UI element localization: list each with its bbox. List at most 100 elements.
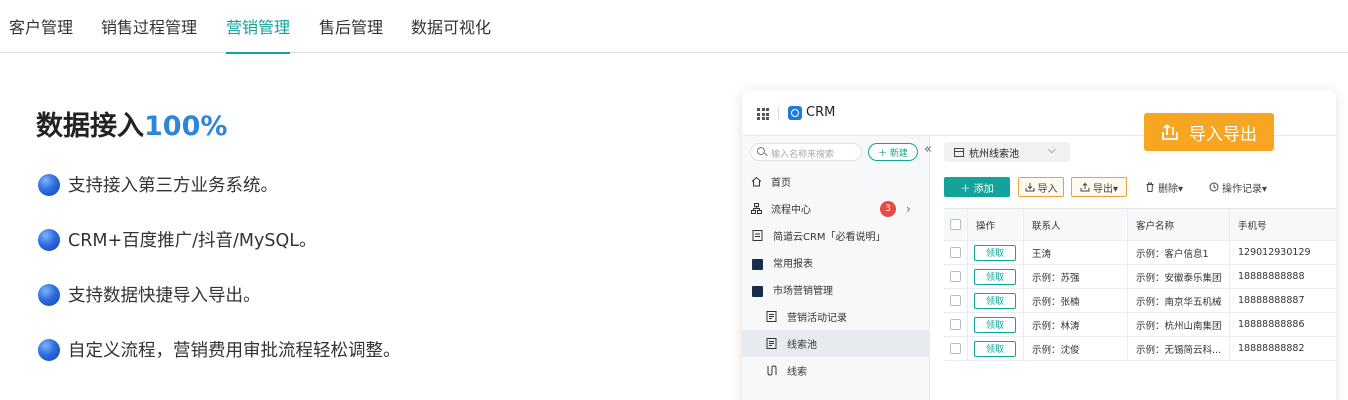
header-checkbox-cell: [944, 209, 968, 240]
header-divider: [778, 106, 779, 120]
table-row[interactable]: 领取 示例：张楠 示例：南京华五机械 18888888887: [944, 289, 1336, 313]
import-export-icon: [1162, 124, 1178, 140]
crm-main-panel: 杭州线索池 ⌵ ＋ 添加 导入 导出▾ 删除▾ 操作记录▾ 操作 联系人 客户名…: [930, 136, 1336, 400]
customer-cell: 示例：无锡简云科...: [1128, 337, 1230, 360]
claim-button[interactable]: 领取: [974, 340, 1016, 357]
tab-after-sales[interactable]: 售后管理: [319, 14, 383, 53]
claim-button[interactable]: 领取: [974, 268, 1016, 285]
column-header[interactable]: 客户名称: [1128, 209, 1230, 240]
claim-button[interactable]: 领取: [974, 316, 1016, 333]
feature-item: 支持接入第三方业务系统。: [38, 172, 278, 197]
phone-cell: 18888888887: [1238, 295, 1305, 306]
import-button[interactable]: 导入: [1018, 177, 1064, 197]
notification-count-badge: 3: [880, 200, 896, 217]
phone-cell: 18888888888: [1238, 271, 1305, 282]
sidebar-item-reports[interactable]: 常用报表: [742, 249, 930, 276]
sidebar-item-lead-pool[interactable]: 线索池: [742, 330, 930, 357]
sidebar-item-label: 简道云CRM「必看说明」: [773, 232, 886, 243]
search-placeholder: 输入名称来搜索: [771, 150, 835, 160]
chevron-right-icon[interactable]: ›: [906, 202, 911, 216]
sidebar-item-label: 市场营销管理: [773, 286, 833, 297]
select-all-checkbox[interactable]: [950, 219, 961, 230]
sidebar-item-label: 营销活动记录: [787, 313, 847, 324]
search-icon: [757, 147, 765, 155]
feature-item: 支持数据快捷导入导出。: [38, 282, 261, 307]
blue-dot-icon: [38, 228, 60, 251]
table-row[interactable]: 领取 王涛 示例：客户信息1 129012930129: [944, 241, 1336, 265]
app-grid-icon[interactable]: [757, 108, 769, 120]
customer-cell: 示例：南京华五机械: [1128, 289, 1230, 312]
tab-customer-management[interactable]: 客户管理: [9, 14, 73, 53]
row-checkbox[interactable]: [950, 271, 961, 282]
checkbox-cell: [944, 289, 968, 312]
crm-logo-icon: [788, 106, 802, 120]
sidebar-item-home[interactable]: 首页: [742, 168, 930, 195]
column-header: 操作: [968, 209, 1024, 240]
import-button-label: 导入: [1037, 183, 1058, 195]
export-button[interactable]: 导出▾: [1071, 177, 1127, 197]
import-export-badge: 导入导出: [1144, 113, 1274, 151]
contact-cell: 示例：张楠: [1024, 289, 1128, 312]
row-checkbox[interactable]: [950, 295, 961, 306]
sidebar-item-label: 常用报表: [773, 259, 813, 270]
action-cell: 领取: [968, 337, 1024, 360]
operation-log-label: 操作记录▾: [1221, 183, 1268, 195]
sidebar-item-campaign-records[interactable]: 营销活动记录: [742, 303, 930, 330]
column-header[interactable]: 联系人: [1024, 209, 1128, 240]
headline-percent: 100%: [144, 111, 228, 142]
phone-cell: 129012930129: [1238, 247, 1311, 258]
blue-dot-icon: [38, 173, 60, 196]
table-row[interactable]: 领取 示例：林涛 示例：杭州山南集团 18888888886: [944, 313, 1336, 337]
folder-open-icon: [752, 286, 763, 297]
lead-pool-select-value: 杭州线索池: [969, 148, 1019, 160]
sidebar-search-input[interactable]: 输入名称来搜索: [750, 143, 862, 161]
headline-text: 数据接入: [36, 111, 144, 142]
add-button[interactable]: ＋ 添加: [944, 177, 1010, 197]
blue-dot-icon: [38, 338, 60, 361]
claim-button[interactable]: 领取: [974, 292, 1016, 309]
tab-data-visualization[interactable]: 数据可视化: [411, 14, 491, 53]
row-checkbox[interactable]: [950, 319, 961, 330]
sidebar-item-label: 线索: [787, 367, 807, 378]
chevron-down-icon: ⌵: [1048, 145, 1056, 156]
feature-item: 自定义流程，营销费用审批流程轻松调整。: [38, 337, 401, 362]
import-export-badge-label: 导入导出: [1189, 124, 1257, 145]
phone-cell: 18888888886: [1238, 319, 1305, 330]
lead-pool-select[interactable]: 杭州线索池 ⌵: [944, 142, 1070, 162]
doc-icon: [752, 230, 763, 241]
table-row[interactable]: 领取 示例：苏强 示例：安徽泰乐集团 18888888888: [944, 265, 1336, 289]
home-icon: [751, 176, 762, 187]
feature-item: CRM+百度推广/抖音/MySQL。: [38, 227, 317, 252]
phone-cell: 18888888882: [1238, 343, 1305, 354]
trash-icon: [1146, 182, 1154, 192]
sidebar-item-guide[interactable]: 简道云CRM「必看说明」: [742, 222, 930, 249]
contact-cell: 示例：苏强: [1024, 265, 1128, 288]
claim-button[interactable]: 领取: [974, 244, 1016, 261]
feature-text: 自定义流程，营销费用审批流程轻松调整。: [68, 341, 401, 361]
checkbox-cell: [944, 265, 968, 288]
blue-dot-icon: [38, 283, 60, 306]
crm-sidebar: 输入名称来搜索 ＋ 新建 « 首页 流程中心 3 › 简道云CRM「必看说明」 …: [742, 136, 932, 400]
column-header[interactable]: 手机号: [1230, 209, 1336, 240]
crm-app-title: CRM: [806, 105, 836, 120]
new-button[interactable]: ＋ 新建: [868, 143, 918, 161]
upload-icon: [1080, 182, 1090, 192]
row-checkbox[interactable]: [950, 343, 961, 354]
feature-text: CRM+百度推广/抖音/MySQL。: [68, 231, 317, 251]
action-cell: 领取: [968, 289, 1024, 312]
crm-preview-window: CRM 导入导出 输入名称来搜索 ＋ 新建 « 首页 流程中心 3 › 简道云C…: [742, 90, 1336, 400]
sidebar-item-leads[interactable]: 线索: [742, 357, 930, 384]
row-checkbox[interactable]: [950, 247, 961, 258]
table-row[interactable]: 领取 示例：沈俊 示例：无锡简云科... 18888888882: [944, 337, 1336, 361]
lead-table: 操作 联系人 客户名称 手机号 领取 王涛 示例：客户信息1 129012930…: [944, 208, 1336, 361]
sidebar-item-process-center[interactable]: 流程中心 3 ›: [742, 195, 930, 222]
sidebar-item-marketing[interactable]: 市场营销管理: [742, 276, 930, 303]
form-icon: [766, 311, 777, 322]
delete-button[interactable]: 删除▾: [1138, 177, 1190, 197]
folder-icon: [752, 259, 763, 270]
download-icon: [1025, 183, 1034, 192]
tab-sales-process[interactable]: 销售过程管理: [101, 14, 197, 53]
operation-log-button[interactable]: 操作记录▾: [1202, 177, 1274, 197]
customer-cell: 示例：安徽泰乐集团: [1128, 265, 1230, 288]
tab-marketing-management[interactable]: 营销管理: [226, 14, 291, 54]
